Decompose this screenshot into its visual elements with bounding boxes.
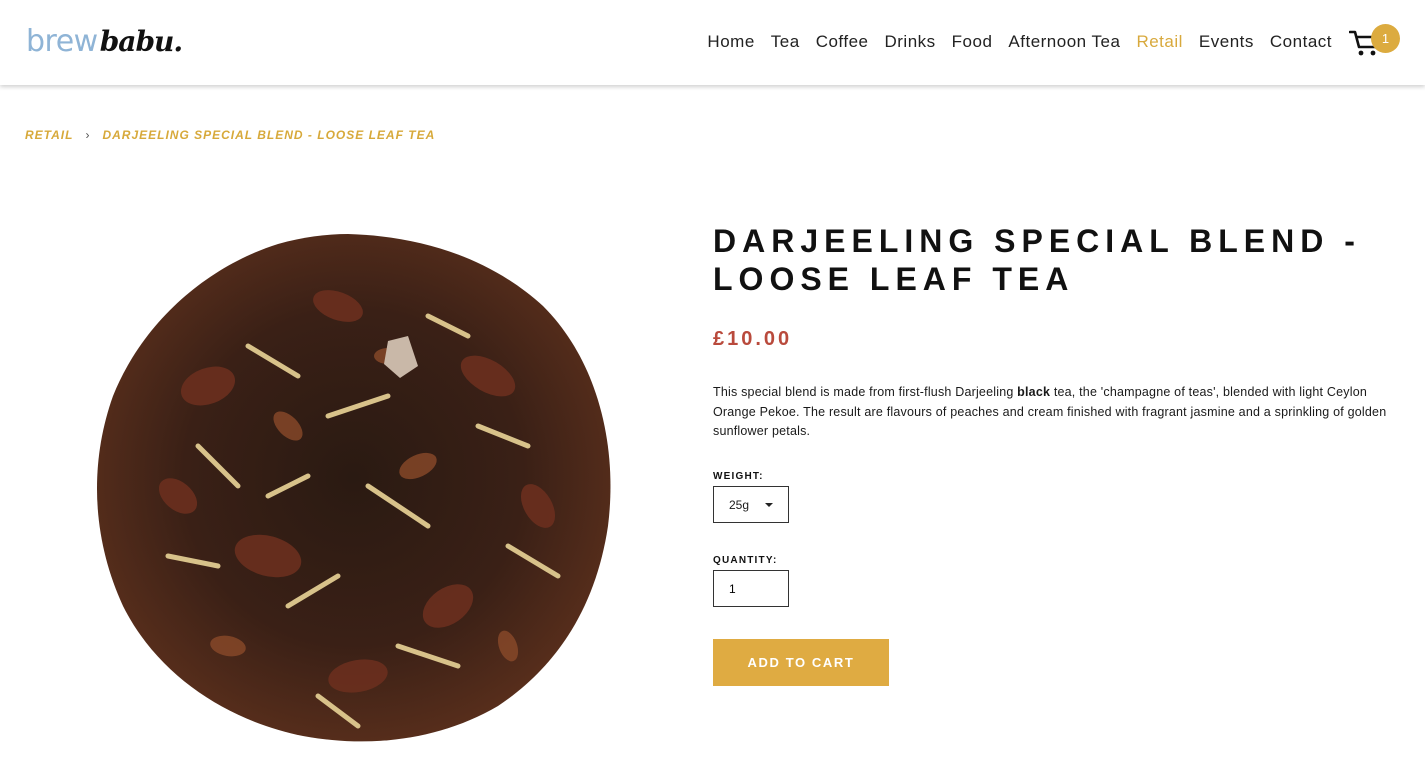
breadcrumb: RETAIL › DARJEELING SPECIAL BLEND - LOOS… (25, 128, 435, 142)
description-text-start: This special blend is made from first-fl… (713, 385, 1018, 399)
product-description: This special blend is made from first-fl… (713, 383, 1393, 442)
quantity-input[interactable] (713, 570, 789, 607)
nav-contact[interactable]: Contact (1270, 30, 1332, 54)
nav-food[interactable]: Food (952, 30, 993, 54)
breadcrumb-separator: › (85, 128, 91, 142)
product-title-line1: DARJEELING SPECIAL BLEND - (713, 223, 1361, 259)
breadcrumb-current: DARJEELING SPECIAL BLEND - LOOSE LEAF TE… (102, 128, 436, 142)
nav-drinks[interactable]: Drinks (884, 30, 935, 54)
product-title-line2: LOOSE LEAF TEA (713, 261, 1075, 297)
add-to-cart-button[interactable]: ADD TO CART (713, 639, 889, 686)
description-bold-text: black (1017, 385, 1051, 399)
logo-babu-text: babu. (99, 25, 183, 58)
chevron-down-icon (765, 502, 773, 507)
nav-tea[interactable]: Tea (771, 30, 800, 54)
nav-afternoon-tea[interactable]: Afternoon Tea (1008, 30, 1120, 54)
nav-home[interactable]: Home (707, 30, 754, 54)
weight-label: WEIGHT: (713, 471, 764, 482)
product-price: £10.00 (713, 328, 793, 350)
logo-brew-text: brew (26, 24, 98, 59)
nav-events[interactable]: Events (1199, 30, 1254, 54)
nav-coffee[interactable]: Coffee (816, 30, 869, 54)
quantity-label: QUANTITY: (713, 555, 778, 566)
nav-retail[interactable]: Retail (1136, 30, 1182, 54)
weight-select-value: 25g (729, 497, 750, 512)
tea-leaves-image (96, 234, 611, 742)
cart-count-badge[interactable]: 1 (1371, 24, 1400, 53)
main-nav: Home Tea Coffee Drinks Food Afternoon Te… (707, 30, 1332, 54)
site-header: brew babu. Home Tea Coffee Drinks Food A… (0, 0, 1425, 85)
breadcrumb-retail-link[interactable]: RETAIL (25, 128, 73, 142)
brew-babu-logo[interactable]: brew babu. (26, 24, 183, 60)
weight-select[interactable]: 25g (713, 486, 789, 523)
product-title: DARJEELING SPECIAL BLEND - LOOSE LEAF TE… (713, 222, 1393, 298)
